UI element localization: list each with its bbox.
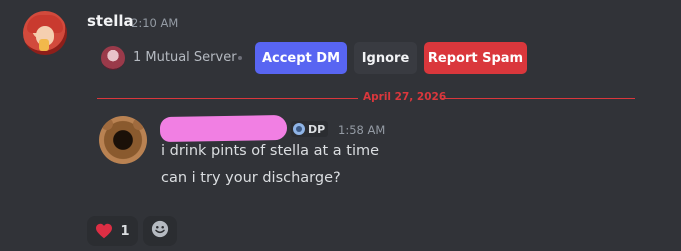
- smiley-icon: [151, 220, 169, 242]
- ignore-button[interactable]: Ignore: [354, 42, 417, 74]
- accept-dm-button[interactable]: Accept DM: [255, 42, 347, 74]
- message-text: can i try your discharge?: [161, 170, 341, 186]
- server-tag-label: DP: [308, 122, 326, 136]
- message-text: i drink pints of stella at a time: [161, 143, 380, 159]
- reaction-heart[interactable]: 1: [87, 216, 138, 246]
- message-timestamp: 2:10 AM: [131, 16, 179, 30]
- report-spam-button[interactable]: Report Spam: [424, 42, 527, 74]
- separator-dot: [238, 56, 242, 60]
- avatar-ear-left: [101, 118, 113, 130]
- avatar-ear-right: [133, 118, 145, 130]
- reaction-count: 1: [120, 223, 130, 239]
- date-divider-line-left: [97, 98, 358, 99]
- mutual-server-icon: [101, 46, 125, 70]
- date-divider-label: April 27, 2026: [363, 91, 447, 103]
- avatar-item: [39, 39, 49, 51]
- redacted-username: [159, 114, 288, 143]
- date-divider-line-right: [440, 98, 635, 99]
- user-avatar-stella[interactable]: [23, 11, 67, 55]
- username[interactable]: stella: [87, 12, 134, 30]
- user-avatar-sender[interactable]: [99, 116, 147, 164]
- server-tag-badge[interactable]: DP: [291, 121, 328, 137]
- message-timestamp: 1:58 AM: [338, 123, 386, 137]
- add-reaction-button[interactable]: [143, 216, 177, 246]
- server-tag-icon: [293, 123, 305, 135]
- mutual-servers-link[interactable]: 1 Mutual Server: [133, 50, 237, 65]
- heart-icon: [95, 223, 113, 239]
